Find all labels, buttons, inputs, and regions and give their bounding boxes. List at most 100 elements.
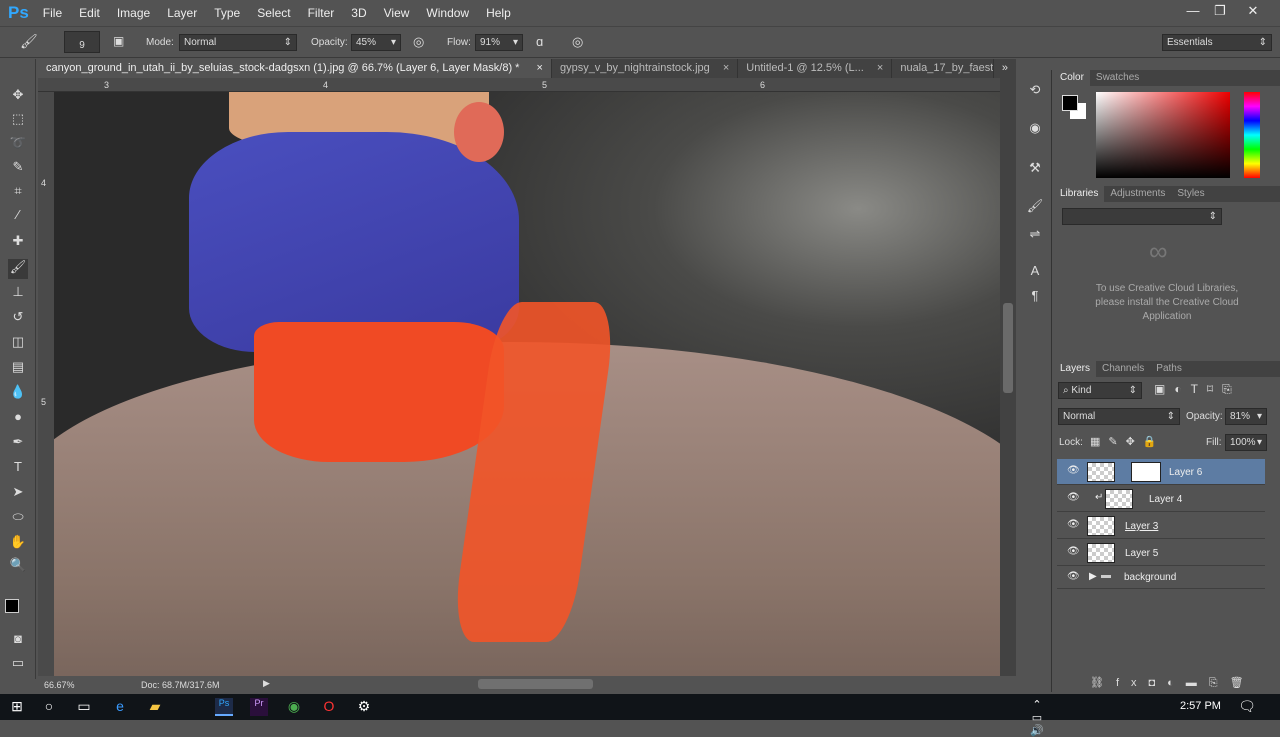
stamp-tool-icon[interactable]: ⊥: [8, 284, 28, 304]
lasso-tool-icon[interactable]: ➰: [8, 135, 28, 155]
workspace-select[interactable]: Essentials ⇕: [1162, 34, 1272, 51]
tab-paths[interactable]: Paths: [1150, 361, 1188, 377]
fill-field[interactable]: 100% ▾: [1225, 434, 1267, 451]
premiere-icon[interactable]: Pr: [250, 698, 268, 716]
edge-icon[interactable]: e: [111, 698, 129, 716]
layer-mask-thumbnail[interactable]: [1131, 462, 1161, 482]
eraser-icon[interactable]: ◫: [8, 334, 28, 354]
scroll-thumb[interactable]: [1003, 303, 1013, 393]
layer-opacity-field[interactable]: 81% ▾: [1225, 408, 1267, 425]
close-tab-icon[interactable]: ×: [537, 62, 543, 74]
pressure-size-icon[interactable]: ◎: [572, 34, 583, 50]
layer-filter-icons[interactable]: ▣◐T⌑⎘: [1154, 382, 1241, 397]
hue-slider[interactable]: [1244, 92, 1260, 178]
quick-select-icon[interactable]: ✎: [8, 159, 28, 179]
task-view-icon[interactable]: ▭: [75, 698, 93, 716]
close-tab-icon[interactable]: ×: [723, 62, 729, 74]
clock[interactable]: 2:57 PM: [1180, 700, 1221, 712]
tray-icons[interactable]: ⌃ ▭ 🔊: [1028, 698, 1046, 737]
lock-icons[interactable]: ▦✎✥🔒: [1090, 435, 1165, 448]
clone-source-icon[interactable]: ⇌: [1025, 226, 1045, 246]
color-field[interactable]: [1096, 92, 1230, 178]
tab-swatches[interactable]: Swatches: [1090, 70, 1145, 86]
zoom-level[interactable]: 66.67%: [44, 680, 75, 690]
document-canvas[interactable]: [54, 92, 1000, 676]
tab-channels[interactable]: Channels: [1096, 361, 1150, 377]
tab-styles[interactable]: Styles: [1171, 186, 1210, 202]
opera-icon[interactable]: O: [320, 698, 338, 716]
close-button[interactable]: ✕: [1240, 3, 1266, 21]
maximize-button[interactable]: ❐: [1207, 3, 1233, 21]
menu-3d[interactable]: 3D: [351, 6, 366, 20]
menu-type[interactable]: Type: [214, 6, 240, 20]
search-icon[interactable]: ○: [40, 698, 58, 716]
layers-footer-icons[interactable]: ⛓fx◘◐▬⎘🗑: [1090, 676, 1256, 690]
history-icon[interactable]: ⟲: [1025, 82, 1045, 102]
brush-size-picker[interactable]: 9: [64, 31, 100, 53]
layer-row-background-group[interactable]: 👁 ▶ ▬ background: [1057, 567, 1265, 589]
character-icon[interactable]: A: [1025, 263, 1045, 283]
tab-untitled[interactable]: Untitled-1 @ 12.5% (L... ×: [738, 59, 893, 78]
menu-file[interactable]: File: [43, 6, 62, 20]
layer-row-layer-3[interactable]: 👁 Layer 3: [1057, 513, 1265, 539]
library-select[interactable]: ⇕: [1062, 208, 1222, 225]
menu-layer[interactable]: Layer: [167, 6, 197, 20]
tab-adjustments[interactable]: Adjustments: [1104, 186, 1171, 202]
type-tool-icon[interactable]: T: [8, 459, 28, 479]
gradient-tool-icon[interactable]: ▤: [8, 359, 28, 379]
tool-presets-icon[interactable]: ⚒: [1025, 160, 1045, 180]
menu-view[interactable]: View: [384, 6, 410, 20]
foreground-swatch[interactable]: [1062, 95, 1078, 111]
menu-select[interactable]: Select: [257, 6, 290, 20]
status-menu-arrow-icon[interactable]: ▶: [263, 678, 270, 689]
close-tab-icon[interactable]: ×: [877, 62, 883, 74]
move-tool-icon[interactable]: ✥: [8, 87, 28, 107]
layer-row-layer-4[interactable]: 👁 ↵ Layer 4: [1057, 486, 1265, 512]
paragraph-icon[interactable]: ¶: [1025, 288, 1045, 308]
mode-select[interactable]: Normal ⇕: [179, 34, 297, 51]
menu-filter[interactable]: Filter: [308, 6, 335, 20]
foreground-color[interactable]: [5, 599, 19, 613]
layer-filter-select[interactable]: ⌕ Kind ⇕: [1058, 382, 1142, 399]
hand-tool-icon[interactable]: ✋: [8, 534, 28, 554]
tab-canyon-ground[interactable]: canyon_ground_in_utah_ii_by_seluias_stoc…: [38, 59, 552, 78]
brush-panel-icon[interactable]: ▣: [113, 34, 124, 48]
tab-libraries[interactable]: Libraries: [1054, 186, 1105, 202]
layer-row-layer-5[interactable]: 👁 Layer 5: [1057, 540, 1265, 566]
more-tabs-icon[interactable]: »: [994, 59, 1016, 78]
app-icon[interactable]: ⚙: [355, 698, 373, 716]
dodge-tool-icon[interactable]: ●: [8, 409, 28, 429]
expand-arrow-icon[interactable]: ▶: [1089, 571, 1097, 582]
menu-image[interactable]: Image: [117, 6, 150, 20]
tab-gypsy[interactable]: gypsy_v_by_nightrainstock.jpg ×: [552, 59, 739, 78]
path-select-icon[interactable]: ➤: [8, 484, 28, 504]
ellipse-tool-icon[interactable]: ⬭: [8, 509, 28, 529]
brush-tool-icon[interactable]: 🖌: [20, 33, 38, 50]
notifications-icon[interactable]: 🗨: [1238, 698, 1256, 716]
chrome-icon[interactable]: ◉: [285, 698, 303, 716]
file-explorer-icon[interactable]: ▰: [146, 698, 164, 716]
blur-tool-icon[interactable]: 💧: [8, 384, 28, 404]
blend-mode-select[interactable]: Normal ⇕: [1058, 408, 1180, 425]
eyedropper-icon[interactable]: ⁄: [8, 207, 28, 227]
visibility-eye-icon[interactable]: 👁: [1067, 492, 1080, 503]
pen-tool-icon[interactable]: ✒: [8, 434, 28, 454]
layer-row-layer-6[interactable]: 👁 Layer 6: [1057, 459, 1265, 485]
airbrush-icon[interactable]: ɑ: [536, 34, 543, 49]
visibility-eye-icon[interactable]: 👁: [1067, 546, 1080, 557]
tab-nuala[interactable]: nuala_17_by_faestocl: [892, 59, 994, 78]
pressure-opacity-icon[interactable]: ◎: [413, 34, 424, 50]
tab-color[interactable]: Color: [1054, 70, 1090, 86]
marquee-tool-icon[interactable]: ⬚: [8, 111, 28, 131]
minimize-button[interactable]: —: [1180, 3, 1206, 21]
visibility-eye-icon[interactable]: 👁: [1067, 571, 1080, 582]
opacity-field[interactable]: 45% ▾: [351, 34, 401, 51]
menu-edit[interactable]: Edit: [79, 6, 100, 20]
history-brush-icon[interactable]: ↺: [8, 309, 28, 329]
zoom-tool-icon[interactable]: 🔍: [8, 557, 28, 577]
visibility-eye-icon[interactable]: 👁: [1067, 465, 1080, 476]
properties-icon[interactable]: ◉: [1025, 120, 1045, 140]
vertical-scrollbar[interactable]: [1000, 78, 1016, 676]
photoshop-taskbar-icon[interactable]: Ps: [215, 698, 233, 716]
menu-window[interactable]: Window: [426, 6, 469, 20]
